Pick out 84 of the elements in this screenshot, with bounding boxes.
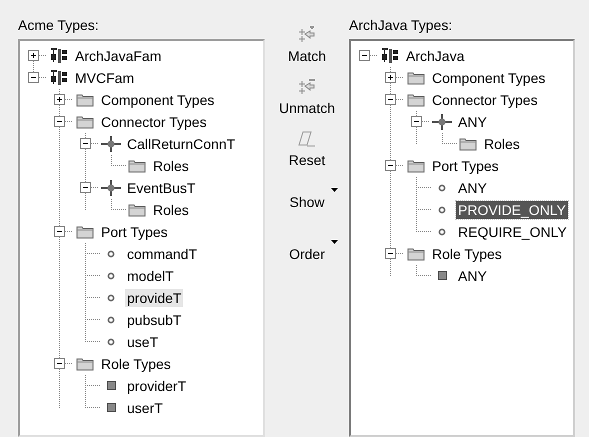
tree-item[interactable]: ArchJavaFam	[73, 46, 164, 65]
folder-icon	[128, 202, 146, 217]
tree-item[interactable]: ANY	[456, 266, 489, 285]
hierarchy-icon	[381, 46, 399, 65]
tool-button[interactable]: Unmatch	[274, 72, 340, 124]
ring-icon	[107, 338, 115, 346]
expand-icon[interactable]	[28, 50, 39, 62]
tree-item[interactable]: CallReturnConnT	[125, 134, 238, 153]
ring-icon	[438, 184, 446, 192]
expand-icon[interactable]	[385, 72, 396, 84]
folder-icon	[76, 224, 94, 239]
folder-icon	[407, 70, 425, 85]
eraser-icon	[298, 130, 316, 148]
caret-icon	[331, 188, 338, 192]
hierarchy-icon	[50, 68, 68, 87]
tree-item[interactable]: Component Types	[99, 90, 216, 109]
tree-item[interactable]: pubsubT	[125, 310, 184, 329]
tree-item[interactable]: MVCFam	[73, 68, 136, 87]
tree-item[interactable]: userT	[125, 398, 165, 417]
tree-item[interactable]: ANY	[456, 178, 489, 197]
tree-item[interactable]: Connector Types	[430, 90, 540, 109]
tree-item[interactable]: EventBusT	[125, 178, 198, 197]
tree-panel[interactable]: ArchJava Component Types Connector Types ANY Roles Port Types ANY PROVIDE_ONLY REQUIRE_ONLY Role Types ANY	[349, 38, 575, 437]
collapse-icon[interactable]	[385, 248, 396, 260]
tree-item[interactable]: PROVIDE_ONLY	[456, 200, 568, 219]
folder-icon	[407, 246, 425, 261]
collapse-icon[interactable]	[359, 50, 370, 62]
caret-icon	[331, 240, 338, 244]
folder-icon	[407, 92, 425, 107]
folder-icon	[459, 136, 477, 151]
tree-item[interactable]: Roles	[151, 156, 191, 175]
tool-button[interactable]: Reset	[274, 124, 340, 176]
ring-icon	[438, 206, 446, 214]
hierarchy-icon	[50, 46, 68, 65]
tree-item[interactable]: commandT	[125, 244, 200, 263]
panel-title: Acme Types:	[18, 16, 100, 35]
ring-icon	[107, 294, 115, 302]
dropdown-button[interactable]: Show	[274, 176, 340, 228]
square-icon	[106, 381, 116, 390]
tree-item[interactable]: useT	[125, 332, 160, 351]
tool-button[interactable]: Match	[274, 20, 340, 72]
ring-icon	[107, 250, 115, 258]
collapse-icon[interactable]	[385, 94, 396, 106]
connector-icon	[432, 114, 452, 130]
match-icon	[298, 26, 316, 44]
collapse-icon[interactable]	[80, 182, 91, 194]
collapse-icon[interactable]	[411, 116, 422, 128]
folder-icon	[76, 92, 94, 107]
folder-icon	[76, 114, 94, 129]
folder-icon	[407, 158, 425, 173]
tree-item[interactable]: Connector Types	[99, 112, 209, 131]
collapse-icon[interactable]	[80, 138, 91, 150]
ring-icon	[438, 228, 446, 236]
tree-item[interactable]: Role Types	[99, 354, 173, 373]
tree-item[interactable]: providerT	[125, 376, 188, 395]
expand-icon[interactable]	[54, 94, 65, 106]
panel-title: ArchJava Types:	[349, 16, 454, 35]
connector-icon	[101, 180, 121, 196]
unmatch-icon	[298, 78, 316, 96]
tree-item[interactable]: Role Types	[430, 244, 504, 263]
connector-icon	[101, 136, 121, 152]
square-icon	[438, 271, 446, 280]
tree-item[interactable]: ANY	[456, 112, 489, 131]
dropdown-button[interactable]: Order	[274, 228, 340, 280]
tree-item[interactable]: provideT	[125, 288, 184, 307]
collapse-icon[interactable]	[385, 160, 396, 172]
ring-icon	[107, 316, 115, 324]
tree-item[interactable]: Component Types	[430, 68, 548, 87]
ring-icon	[107, 272, 115, 280]
collapse-icon[interactable]	[28, 72, 39, 84]
collapse-icon[interactable]	[54, 358, 65, 370]
tree-item[interactable]: Port Types	[99, 222, 170, 241]
collapse-icon[interactable]	[54, 226, 65, 238]
tree-item[interactable]: Roles	[482, 134, 522, 153]
tree-item[interactable]: Port Types	[430, 156, 501, 175]
tree-panel[interactable]: ArchJavaFam MVCFam Component Types Connector Types CallReturnConnT Roles EventBusT Roles Port Types commandT modelT provideT pubsubT useT Role Types providerT userT	[18, 38, 265, 437]
square-icon	[106, 403, 116, 412]
tree-item[interactable]: Roles	[151, 200, 191, 219]
tree-item[interactable]: REQUIRE_ONLY	[456, 222, 569, 241]
collapse-icon[interactable]	[54, 116, 65, 128]
folder-icon	[76, 356, 94, 371]
tree-item[interactable]: ArchJava	[404, 46, 466, 65]
tree-item[interactable]: modelT	[125, 266, 176, 285]
folder-icon	[128, 158, 146, 173]
